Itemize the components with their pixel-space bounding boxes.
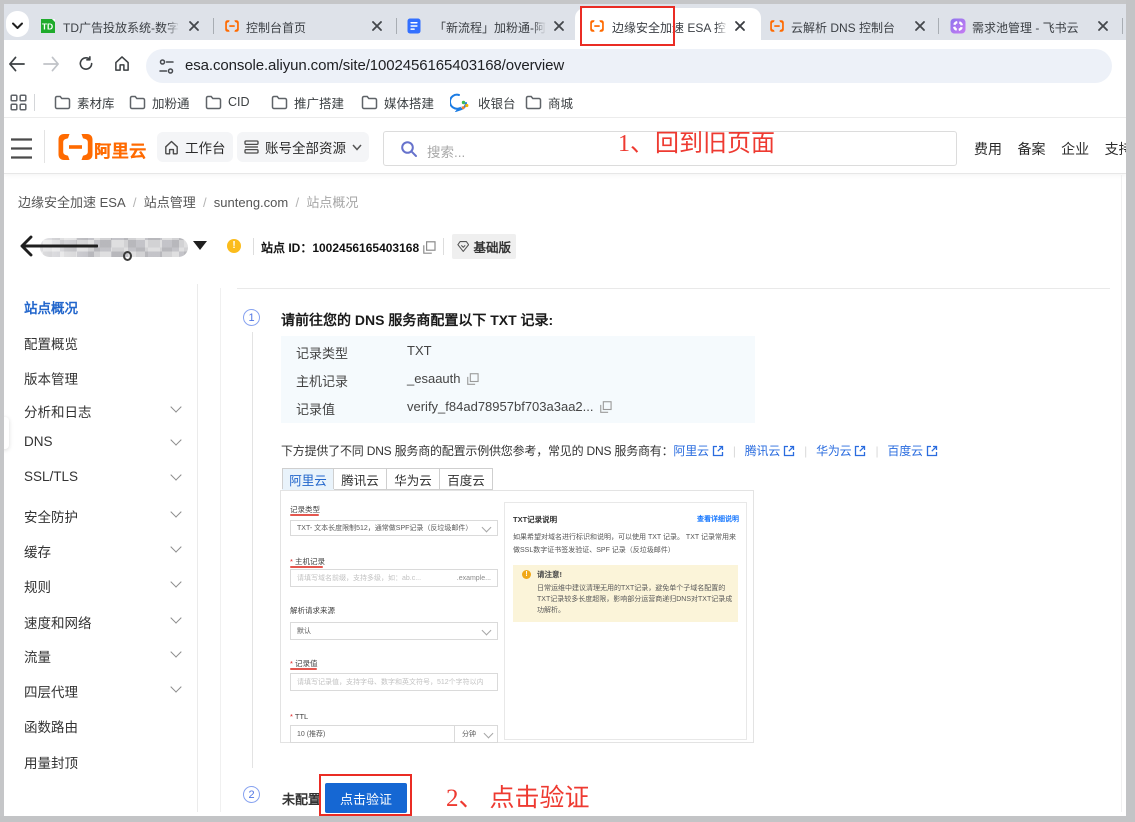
svg-text:TD: TD (42, 22, 53, 32)
